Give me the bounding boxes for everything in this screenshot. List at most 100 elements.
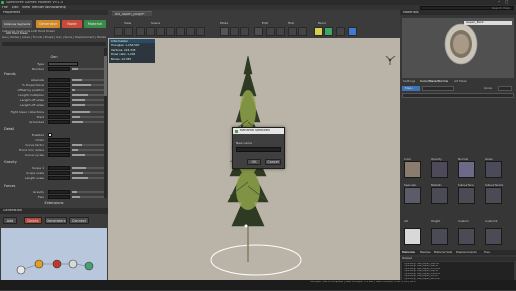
prop-row[interactable]: Start [4,115,106,119]
menu-help[interactable]: Help [58,6,66,9]
map-dropdown[interactable] [422,86,454,91]
section-extensions[interactable]: Extensions [4,201,104,206]
perspective-icon[interactable] [136,27,145,36]
prop-row[interactable]: Grounded [4,120,106,124]
prop-row[interactable]: Curve factor [4,143,106,147]
menu-view[interactable]: View [22,6,30,9]
search-input[interactable]: Search Help [420,5,514,10]
prop-dropdown[interactable] [48,62,78,66]
prop-field[interactable] [48,67,70,71]
section-gen[interactable]: Gen [4,55,104,60]
generator-button[interactable]: Generator [36,20,60,28]
prune-icon[interactable] [266,27,275,36]
rename-input[interactable] [236,147,281,152]
prop-slider[interactable] [72,94,104,96]
generation-dropdown[interactable]: Instances Segments LOD Hand Drawn [2,20,32,35]
prop-field[interactable] [48,83,70,87]
color-map-slot[interactable] [404,161,421,178]
prop-field[interactable] [48,138,70,142]
prop-field[interactable] [48,93,70,97]
redo-icon[interactable] [298,27,307,36]
3d-viewport[interactable]: Bld_Aspen_Jungle* View Scene Mode Edit H… [108,10,400,280]
prop-slider[interactable] [72,104,104,106]
prop-field[interactable] [48,115,70,119]
prop-slider[interactable] [72,172,104,174]
prop-row[interactable]: Order [4,138,106,142]
gloss-dropdown[interactable] [498,86,512,91]
prop-slider[interactable] [72,144,104,146]
render-icon[interactable] [348,27,357,36]
sun-icon[interactable] [314,27,323,36]
delete-button[interactable]: Delete [24,217,42,224]
wireframe-icon[interactable] [146,27,155,36]
solid-icon[interactable] [156,27,165,36]
tab-materials[interactable]: Materials [402,251,415,254]
cancel-button[interactable]: Cancel [265,159,281,165]
normal-map-slot[interactable] [458,161,475,178]
subsurface-map-slot[interactable] [458,187,475,204]
prop-row[interactable]: % Proportional [4,83,106,87]
prop-row[interactable]: Absolute [4,78,106,82]
prop-field[interactable] [48,171,70,175]
textured-icon[interactable] [166,27,175,36]
menu-file[interactable]: File [2,6,8,9]
ao-map-slot[interactable] [404,228,421,245]
custom2-map-slot[interactable] [485,228,502,245]
menu-window[interactable]: Window [45,6,58,9]
tab-material-sets[interactable]: Material Sets [434,251,452,254]
prop-field[interactable] [48,148,70,152]
tab-color-mask[interactable]: Color/Mask/Normal [420,80,448,83]
prop-row[interactable]: Fight lower collections [4,110,106,114]
prop-field[interactable] [48,195,70,199]
prop-field[interactable] [48,176,70,180]
prop-row[interactable]: Length multiplier [4,93,106,97]
prop-row[interactable]: Type [4,62,106,66]
ok-button[interactable]: OK [247,159,261,165]
properties-tab[interactable]: Properties [3,11,20,14]
prop-field[interactable] [48,110,70,114]
prop-slider[interactable] [72,154,104,156]
shadow-icon[interactable] [186,27,195,36]
prop-row[interactable]: Scope scale [4,171,106,175]
section-fronds[interactable]: Fronds [4,72,104,77]
lod-icon[interactable] [336,27,345,36]
metallic-map-slot[interactable] [431,187,448,204]
tab-tree[interactable]: Tree [484,251,490,254]
property-tabs[interactable]: Gen | Nodes | Lobes | Fronds | Shape | G… [2,36,106,39]
prop-slider[interactable] [72,167,104,169]
enabled-checkbox[interactable] [48,133,52,137]
material-preview-sphere[interactable] [444,22,478,68]
subsurface-pct-map-slot[interactable] [485,187,502,204]
tab-alt-mask[interactable]: Alt Mask [454,80,467,83]
prop-row[interactable]: Number [4,67,106,71]
prop-row[interactable]: Length scale [4,176,106,180]
prop-row[interactable]: Length off sides [4,103,106,107]
pencil-icon[interactable] [254,27,263,36]
prop-row[interactable]: Offset by position [4,88,106,92]
prop-slider[interactable] [72,111,104,113]
tab-displacements[interactable]: Displacements [456,251,477,254]
prop-row[interactable]: Scope 1 [4,166,106,170]
prop-slider[interactable] [72,89,104,91]
generators-button[interactable]: Generators [45,217,67,224]
material-button[interactable]: Material [84,20,106,28]
gloss-map-slot[interactable] [485,161,502,178]
axis-gizmo-icon[interactable] [384,54,396,66]
prop-slider[interactable] [72,116,104,118]
menu-edit[interactable]: Edit [12,6,19,9]
prop-row[interactable]: Curve cycles [4,153,106,157]
prop-field[interactable] [48,103,70,107]
add-button[interactable]: Add [3,217,17,224]
section-forces[interactable]: Forces [4,184,104,189]
prop-slider[interactable] [72,149,104,151]
undo-icon[interactable] [288,27,297,36]
prop-field[interactable] [48,190,70,194]
leaf-render-icon[interactable] [324,27,333,36]
prop-row[interactable]: Length off sides [4,98,106,102]
section-detail[interactable]: Detail [4,127,104,132]
prop-slider[interactable] [72,79,104,81]
output-log[interactable]: Hydrating: tree_Aspen_bark.ok Hydrating:… [402,262,514,280]
prop-field[interactable] [48,166,70,170]
node-button[interactable]: Node [62,20,82,28]
tab-meshes[interactable]: Meshes [420,251,431,254]
